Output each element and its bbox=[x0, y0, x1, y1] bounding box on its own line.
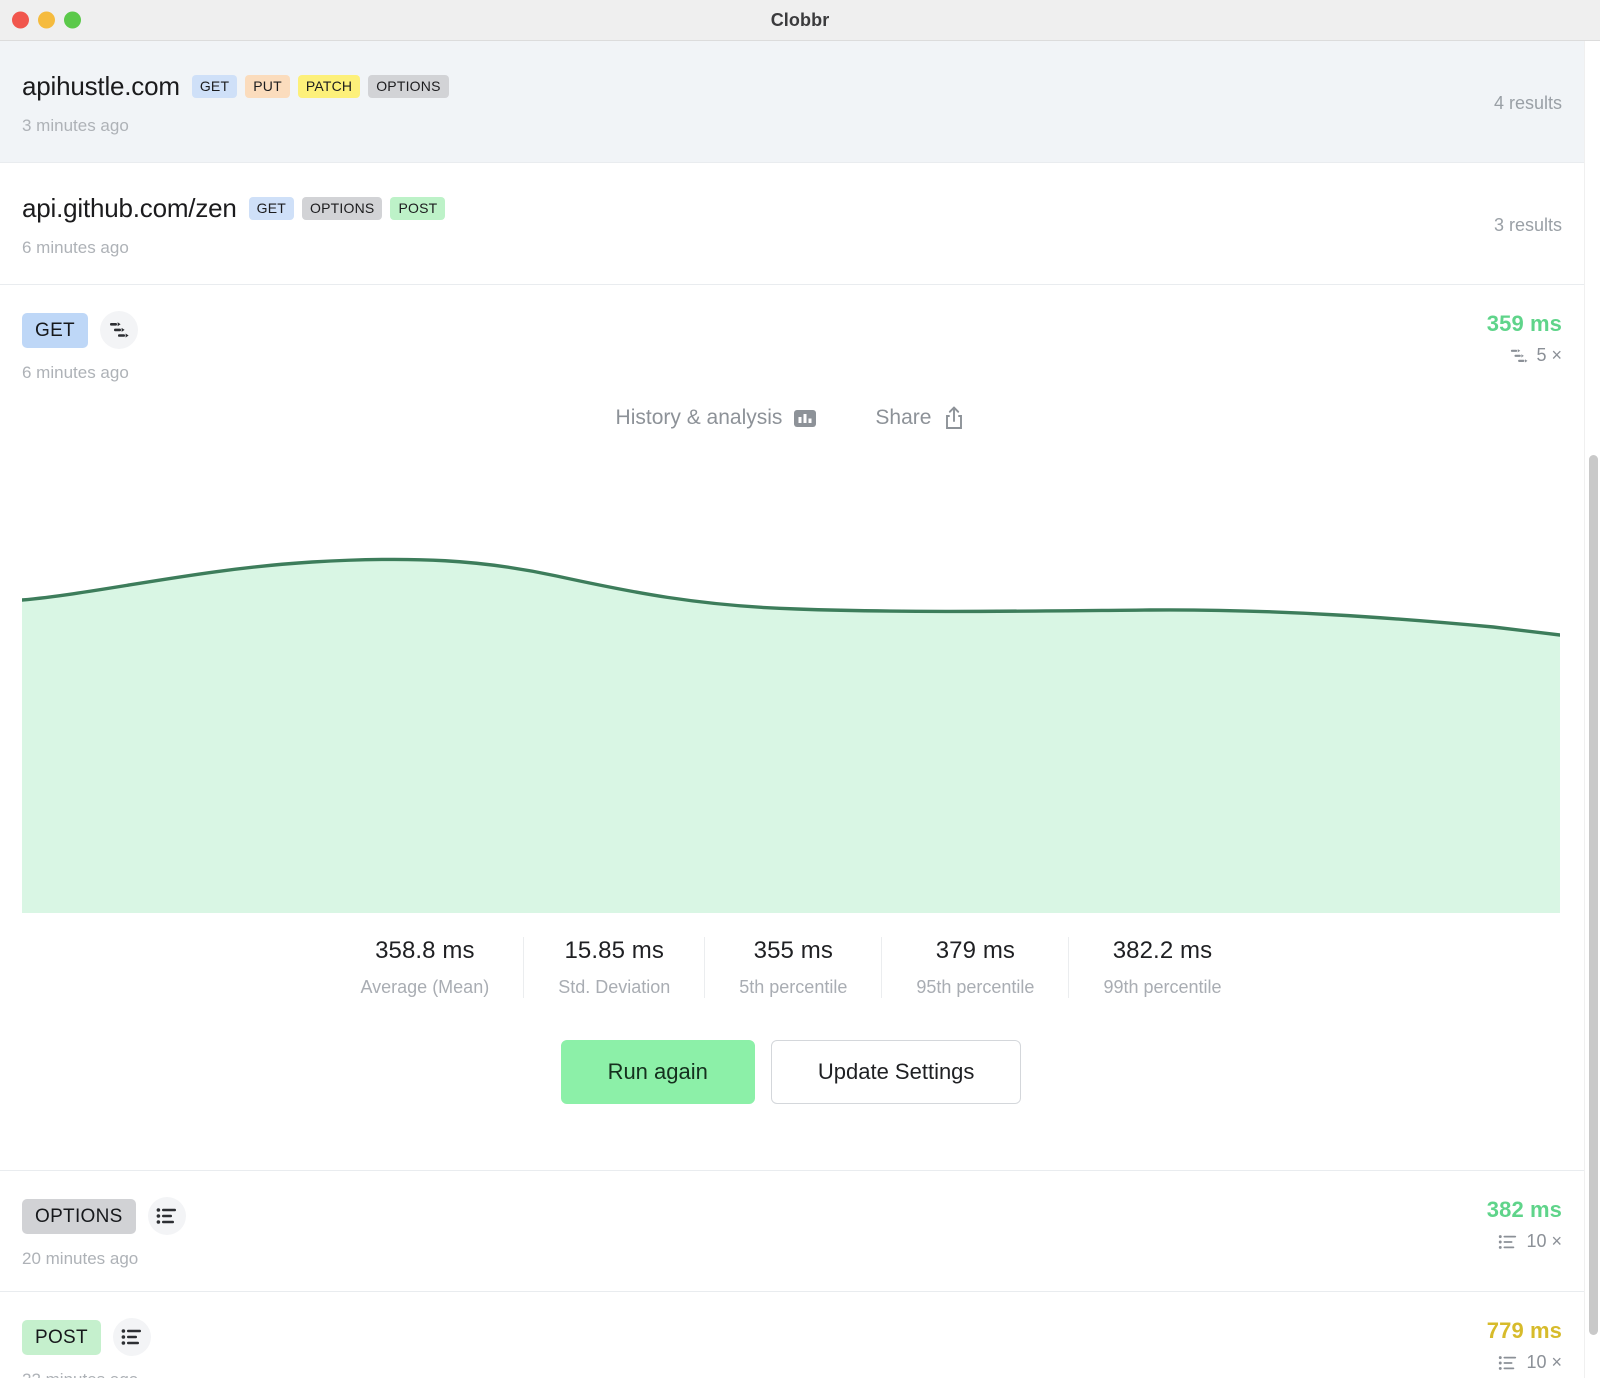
badge-put: PUT bbox=[245, 75, 290, 98]
response-time-area-chart bbox=[22, 483, 1560, 913]
domain-row-apihustle[interactable]: apihustle.com GET PUT PATCH OPTIONS 3 mi… bbox=[0, 41, 1600, 163]
badge-get: GET bbox=[191, 75, 238, 98]
stat-5th-percentile: 355 ms 5th percentile bbox=[704, 937, 881, 998]
run-duration: 382 ms bbox=[1486, 1197, 1562, 1222]
run-header: GET bbox=[22, 311, 1560, 349]
domain-name: api.github.com/zen bbox=[22, 193, 237, 223]
close-button[interactable] bbox=[12, 11, 29, 29]
history-analysis-button[interactable]: History & analysis bbox=[616, 406, 818, 430]
run-method-pill: OPTIONS bbox=[22, 1198, 136, 1234]
run-iteration-count: 10 × bbox=[1526, 1352, 1562, 1372]
stat-95th-percentile: 379 ms 95th percentile bbox=[881, 937, 1068, 998]
badge-post: POST bbox=[390, 197, 446, 220]
domain-results-count: 3 results bbox=[1493, 215, 1562, 235]
run-timestamp: 6 minutes ago bbox=[22, 363, 129, 382]
content-scroll-area[interactable]: apihustle.com GET PUT PATCH OPTIONS 3 mi… bbox=[0, 41, 1600, 1378]
stat-value: 15.85 ms bbox=[564, 937, 664, 964]
chart-area-fill bbox=[22, 559, 1560, 913]
stat-label: Average (Mean) bbox=[360, 977, 490, 997]
stat-value: 358.8 ms bbox=[375, 937, 475, 964]
stat-std-deviation: 15.85 ms Std. Deviation bbox=[523, 937, 704, 998]
run-iteration-count: 10 × bbox=[1526, 1231, 1562, 1251]
run-iterations: 10 × bbox=[1487, 1231, 1562, 1252]
app-window: Clobbr apihustle.com GET PUT PATCH OPTIO… bbox=[0, 0, 1600, 1378]
badge-options: OPTIONS bbox=[302, 197, 383, 220]
chart-svg bbox=[22, 557, 1560, 913]
action-button-row: Run again Update Settings bbox=[22, 1040, 1560, 1148]
run-header: OPTIONS bbox=[22, 1197, 1560, 1235]
run-duration: 779 ms bbox=[1486, 1318, 1562, 1343]
share-label: Share bbox=[875, 406, 932, 429]
stat-label: 99th percentile bbox=[1103, 977, 1222, 997]
domain-row-github[interactable]: api.github.com/zen GET OPTIONS POST 6 mi… bbox=[0, 163, 1600, 285]
run-row-get-expanded[interactable]: GET 6 minutes ago 359 ms 5 × History & a… bbox=[0, 285, 1600, 1170]
run-iteration-count: 5 × bbox=[1536, 345, 1562, 365]
run-again-button[interactable]: Run again bbox=[560, 1040, 755, 1104]
stat-value: 382.2 ms bbox=[1112, 937, 1213, 964]
stat-label: 95th percentile bbox=[916, 977, 1035, 997]
domain-method-badges: GET PUT PATCH OPTIONS bbox=[191, 75, 449, 98]
badge-options: OPTIONS bbox=[368, 75, 449, 98]
share-button[interactable]: Share bbox=[875, 405, 966, 431]
run-row-options[interactable]: OPTIONS 20 minutes ago 382 ms 10 × bbox=[0, 1170, 1600, 1291]
sequential-icon bbox=[1497, 1233, 1519, 1251]
traffic-light-group bbox=[12, 11, 81, 29]
stats-row: 358.8 ms Average (Mean) 15.85 ms Std. De… bbox=[22, 937, 1560, 998]
share-icon bbox=[942, 405, 966, 431]
update-settings-button[interactable]: Update Settings bbox=[770, 1040, 1022, 1104]
stat-label: Std. Deviation bbox=[558, 977, 671, 997]
maximize-button[interactable] bbox=[64, 11, 81, 29]
run-timestamp: 22 minutes ago bbox=[22, 1370, 1560, 1378]
vertical-scrollbar-track[interactable] bbox=[1584, 41, 1600, 1378]
parallel-icon bbox=[1509, 347, 1529, 365]
sequential-icon[interactable] bbox=[112, 1318, 151, 1356]
stat-label: 5th percentile bbox=[739, 977, 848, 997]
history-analysis-label: History & analysis bbox=[615, 406, 783, 429]
run-metrics: 359 ms 5 × bbox=[1487, 311, 1562, 366]
domain-results-count: 4 results bbox=[1493, 93, 1562, 113]
domain-method-badges: GET OPTIONS POST bbox=[248, 197, 446, 220]
sequential-icon bbox=[1497, 1354, 1519, 1372]
run-method-pill: GET bbox=[22, 312, 88, 348]
stat-average: 358.8 ms Average (Mean) bbox=[326, 937, 523, 998]
stat-value: 379 ms bbox=[935, 937, 1016, 964]
domain-name: apihustle.com bbox=[22, 71, 180, 101]
stat-99th-percentile: 382.2 ms 99th percentile bbox=[1068, 937, 1255, 998]
domain-timestamp: 3 minutes ago bbox=[22, 116, 129, 135]
run-method-pill: POST bbox=[22, 1319, 101, 1355]
parallel-icon[interactable] bbox=[99, 311, 138, 349]
run-duration: 359 ms bbox=[1486, 311, 1562, 336]
run-metrics: 779 ms 10 × bbox=[1487, 1318, 1562, 1373]
vertical-scrollbar-thumb[interactable] bbox=[1589, 455, 1598, 1335]
run-metrics: 382 ms 10 × bbox=[1487, 1197, 1562, 1252]
run-timestamp: 20 minutes ago bbox=[22, 1249, 139, 1268]
title-bar: Clobbr bbox=[0, 0, 1600, 41]
run-header: POST bbox=[22, 1318, 1560, 1356]
badge-patch: PATCH bbox=[297, 75, 361, 98]
bar-chart-icon bbox=[793, 406, 817, 430]
window-title: Clobbr bbox=[770, 9, 830, 30]
domain-timestamp: 6 minutes ago bbox=[22, 238, 129, 257]
stat-value: 355 ms bbox=[753, 937, 833, 964]
run-iterations: 5 × bbox=[1487, 345, 1562, 366]
run-row-post[interactable]: POST 22 minutes ago bbox=[0, 1291, 1600, 1378]
run-iterations: 10 × bbox=[1487, 1352, 1562, 1373]
badge-get: GET bbox=[248, 197, 295, 220]
sequential-icon[interactable] bbox=[147, 1197, 186, 1235]
domain-header-line: api.github.com/zen GET OPTIONS POST bbox=[22, 193, 1560, 224]
minimize-button[interactable] bbox=[38, 11, 55, 29]
domain-header-line: apihustle.com GET PUT PATCH OPTIONS bbox=[22, 71, 1560, 102]
detail-action-bar: History & analysis Share bbox=[22, 405, 1560, 437]
